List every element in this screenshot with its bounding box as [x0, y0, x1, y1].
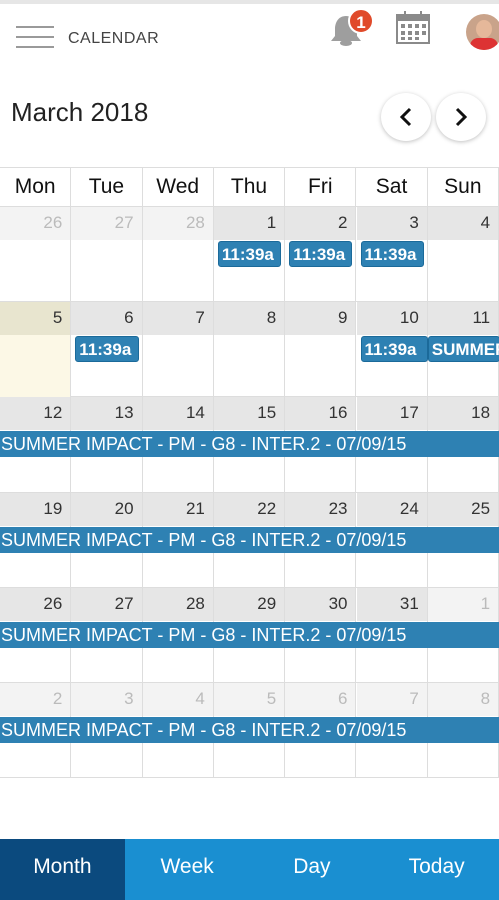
day-number: 19 — [0, 492, 71, 526]
day-number: 16 — [285, 397, 356, 431]
day-number: 11 — [427, 302, 499, 336]
day-number: 26 — [0, 207, 71, 240]
day-number: 9 — [285, 302, 356, 336]
prev-month-button[interactable] — [381, 93, 431, 141]
day-number: 22 — [213, 492, 285, 526]
day-number: 6 — [71, 302, 142, 336]
tab-month[interactable]: Month — [0, 839, 125, 900]
day-number: 20 — [71, 492, 142, 526]
calendar-event[interactable]: SUMMER IMPACT - PM - G8 - INTER.2 - 07/0… — [0, 431, 499, 458]
day-number: 15 — [213, 397, 285, 431]
day-number: 17 — [356, 397, 427, 431]
week-row: 2 3 4 5 6 7 8 SUMMER IMPACT - PM - G8 - INTER.2… — [0, 682, 499, 779]
day-number: 28 — [142, 587, 213, 621]
today-highlight — [0, 335, 71, 398]
weekday-label: Sun — [428, 168, 499, 206]
day-cell[interactable]: 26 — [0, 207, 72, 302]
calendar-event[interactable]: SUMMER IMPACT - PM - G8 - INTER.2 - 07/0… — [0, 621, 499, 648]
day-number: 8 — [427, 682, 499, 716]
day-number: 5 — [0, 302, 71, 336]
next-month-button[interactable] — [436, 93, 486, 141]
weekday-label: Wed — [143, 168, 214, 206]
day-number: 29 — [213, 587, 285, 621]
day-number: 10 — [356, 302, 427, 336]
month-grid: Mon Tue Wed Thu Fri Sat Sun 26 27 28 1 2 3 4 11… — [0, 167, 499, 779]
notification-badge: 1 — [348, 8, 374, 34]
week-row: 26 27 28 1 2 3 4 11:39a 11:39a 11:39a — [0, 207, 499, 303]
menu-icon[interactable] — [16, 24, 54, 52]
day-cell[interactable]: 7 — [142, 302, 214, 398]
day-number: 27 — [71, 587, 142, 621]
tab-week[interactable]: Week — [125, 839, 250, 900]
day-number: 2 — [285, 207, 356, 240]
weekday-label: Thu — [214, 168, 286, 206]
day-cell[interactable]: 4 — [427, 207, 499, 302]
day-cell[interactable]: 28 — [142, 207, 214, 302]
weekday-header: Mon Tue Wed Thu Fri Sat Sun — [0, 167, 499, 207]
day-number: 12 — [0, 397, 71, 431]
day-number: 14 — [142, 397, 213, 431]
view-tab-bar: Month Week Day Today — [0, 839, 499, 900]
day-number: 13 — [71, 397, 142, 431]
top-bar: CALENDAR 1 — [0, 0, 499, 70]
calendar-event[interactable]: SUMMER IMPACT - PM - G8 - INTER.2 - 07/0… — [0, 716, 499, 743]
day-number: 4 — [142, 682, 213, 716]
chevron-left-icon — [399, 107, 412, 127]
day-number: 8 — [213, 302, 285, 336]
day-cell[interactable]: 27 — [71, 207, 143, 302]
day-number: 7 — [356, 682, 427, 716]
day-number: 3 — [356, 207, 427, 240]
day-number: 23 — [285, 492, 356, 526]
weekday-label: Mon — [0, 168, 72, 206]
day-number: 3 — [71, 682, 142, 716]
calendar-event[interactable]: SUMMER IMPACT - PM - G8 - INTER.2 - 07/0… — [0, 526, 499, 553]
month-title: March 2018 — [11, 97, 149, 127]
calendar-icon[interactable] — [395, 10, 431, 46]
avatar[interactable] — [466, 14, 499, 50]
day-number: 27 — [71, 207, 142, 240]
day-number: 6 — [285, 682, 356, 716]
week-row: 12 13 14 15 16 17 18 SUMMER IMPACT - PM - G8 - … — [0, 397, 499, 493]
week-row: 26 27 28 29 30 31 1 SUMMER IMPACT - PM - G8 - I… — [0, 587, 499, 683]
calendar-event[interactable]: 11:39a — [360, 336, 428, 363]
day-number: 25 — [427, 492, 499, 526]
day-number: 1 — [213, 207, 285, 240]
weekday-label: Fri — [285, 168, 357, 206]
day-cell[interactable]: 9 — [285, 302, 357, 398]
day-cell[interactable]: 8 — [213, 302, 286, 398]
calendar-event[interactable]: SUMMER — [427, 336, 499, 363]
calendar-event[interactable]: 11:39a — [360, 241, 424, 267]
day-number: 2 — [0, 682, 71, 716]
tab-today[interactable]: Today — [374, 839, 499, 900]
day-number: 31 — [356, 587, 427, 621]
tab-day[interactable]: Day — [250, 839, 375, 900]
weekday-label: Sat — [356, 168, 428, 206]
week-row: 19 20 21 22 23 24 25 SUMMER IMPACT - PM - G8 - … — [0, 492, 499, 588]
day-number: 18 — [427, 397, 499, 431]
day-number: 5 — [213, 682, 285, 716]
calendar-event[interactable]: 11:39a — [75, 336, 139, 363]
day-number: 21 — [142, 492, 213, 526]
chevron-right-icon — [455, 107, 468, 127]
week-row: 56789101111:39a11:39aSUMMER — [0, 302, 499, 398]
day-number: 24 — [356, 492, 427, 526]
calendar-event[interactable]: 11:39a — [217, 241, 282, 267]
app-title: CALENDAR — [68, 30, 160, 47]
calendar-event[interactable]: 11:39a — [289, 241, 353, 267]
day-number: 7 — [142, 302, 213, 336]
weekday-label: Tue — [71, 168, 143, 206]
day-number: 26 — [0, 587, 71, 621]
day-number: 28 — [142, 207, 213, 240]
day-number: 4 — [427, 207, 499, 240]
day-cell[interactable]: 5 — [0, 302, 72, 398]
day-number: 30 — [285, 587, 356, 621]
day-number: 1 — [427, 587, 499, 621]
